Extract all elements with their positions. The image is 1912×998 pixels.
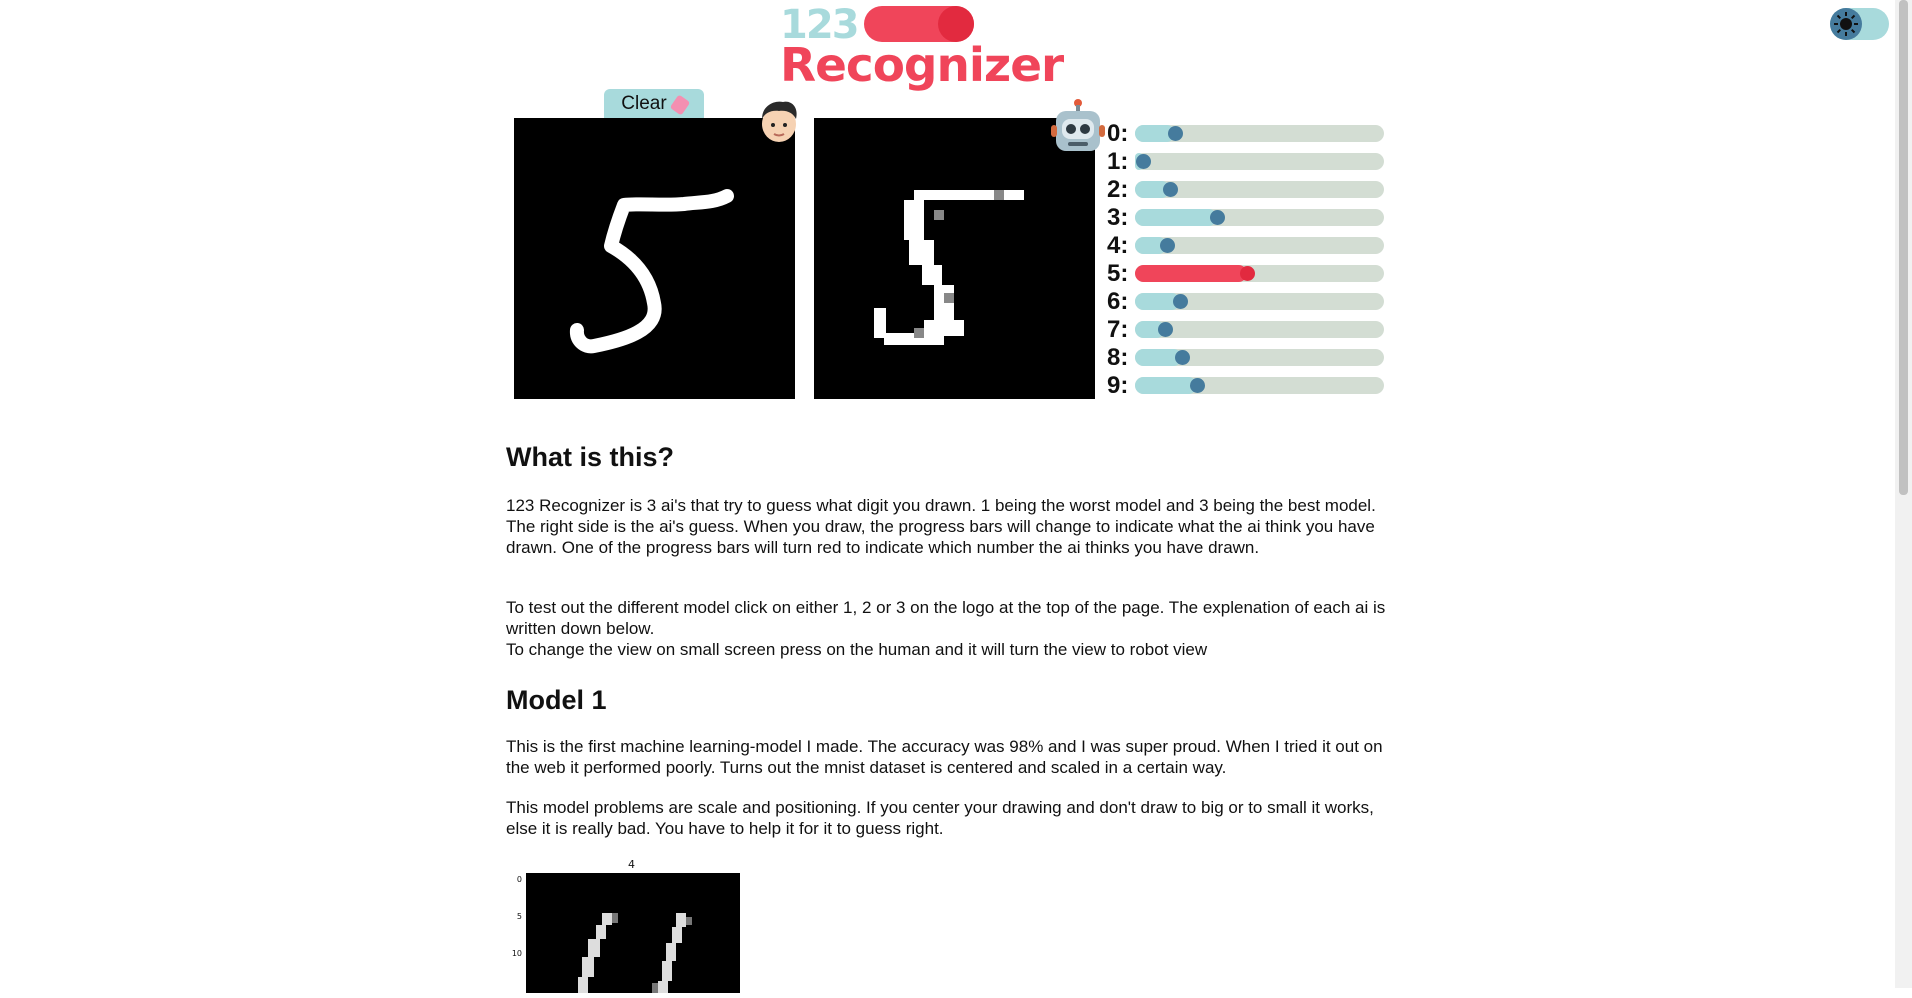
- scrollbar-thumb[interactable]: [1899, 0, 1908, 495]
- prediction-row-5: 5:: [1107, 260, 1387, 288]
- prediction-progress-bar: [1135, 293, 1384, 310]
- prediction-label: 7:: [1107, 316, 1129, 343]
- canvas-gutter: [795, 118, 814, 399]
- prediction-label: 5:: [1107, 260, 1129, 287]
- eraser-icon: [669, 94, 691, 116]
- prediction-label: 6:: [1107, 288, 1129, 315]
- usage-line-2: To change the view on small screen press…: [506, 640, 1208, 659]
- prediction-label: 0:: [1107, 120, 1129, 147]
- prediction-row-6: 6:: [1107, 288, 1387, 316]
- logo-pill-dot: [938, 6, 974, 42]
- logo: 123 Recognizer: [780, 4, 1064, 92]
- mnist-sample-image: [526, 873, 740, 993]
- human-face-icon[interactable]: [755, 97, 803, 145]
- figure-ytick: 0: [516, 875, 522, 884]
- prediction-knob: [1190, 378, 1205, 393]
- prediction-row-7: 7:: [1107, 316, 1387, 344]
- usage-paragraph: To test out the different model click on…: [506, 597, 1386, 660]
- mnist-example-figure: 4 0 5 10: [510, 858, 750, 993]
- prediction-knob: [1158, 322, 1173, 337]
- prediction-row-1: 1:: [1107, 148, 1387, 176]
- figure-title: 4: [628, 858, 635, 871]
- prediction-label: 1:: [1107, 148, 1129, 175]
- prediction-progress-bar: [1135, 237, 1384, 254]
- clear-button[interactable]: Clear: [604, 89, 704, 119]
- prediction-fill: [1135, 209, 1217, 226]
- page-scrollbar[interactable]: [1895, 0, 1912, 988]
- theme-toggle[interactable]: [1830, 8, 1889, 40]
- prediction-progress-bar: [1135, 209, 1384, 226]
- prediction-knob: [1168, 126, 1183, 141]
- prediction-bars: 0: 1: 2: 3: 4: 5: 6: 7: 8: 9:: [1107, 120, 1387, 400]
- prediction-row-4: 4:: [1107, 232, 1387, 260]
- prediction-knob: [1173, 294, 1188, 309]
- prediction-label: 3:: [1107, 204, 1129, 231]
- logo-pill: [864, 6, 974, 42]
- figure-ytick: 5: [516, 912, 522, 921]
- prediction-progress-bar: [1135, 265, 1384, 282]
- prediction-progress-bar: [1135, 349, 1384, 366]
- figure-ytick: 10: [511, 949, 522, 958]
- model-1-paragraph-1: This is the first machine learning-model…: [506, 737, 1383, 777]
- intro-paragraph: 123 Recognizer is 3 ai's that try to gue…: [506, 496, 1376, 557]
- prediction-fill: [1135, 265, 1247, 282]
- prediction-progress-bar: [1135, 153, 1384, 170]
- prediction-progress-bar: [1135, 181, 1384, 198]
- model-1-paragraph-2: This model problems are scale and positi…: [506, 798, 1374, 838]
- prediction-knob: [1210, 210, 1225, 225]
- prediction-knob: [1136, 154, 1151, 169]
- prediction-row-3: 3:: [1107, 204, 1387, 232]
- robot-face-icon[interactable]: [1050, 99, 1105, 151]
- prediction-label: 4:: [1107, 232, 1129, 259]
- prediction-row-2: 2:: [1107, 176, 1387, 204]
- downscaled-preview: [814, 118, 1095, 399]
- logo-title: Recognizer: [780, 38, 1064, 92]
- prediction-knob: [1175, 350, 1190, 365]
- prediction-row-9: 9:: [1107, 372, 1387, 400]
- prediction-row-0: 0:: [1107, 120, 1387, 148]
- prediction-label: 9:: [1107, 372, 1129, 399]
- heading-what-is-this: What is this?: [506, 442, 674, 472]
- usage-line-1: To test out the different model click on…: [506, 598, 1386, 638]
- heading-model-1: Model 1: [506, 685, 607, 715]
- prediction-progress-bar: [1135, 377, 1384, 394]
- prediction-progress-bar: [1135, 125, 1384, 142]
- prediction-row-8: 8:: [1107, 344, 1387, 372]
- prediction-knob: [1240, 266, 1255, 281]
- sun-icon: [1830, 8, 1862, 40]
- prediction-knob: [1160, 238, 1175, 253]
- prediction-progress-bar: [1135, 321, 1384, 338]
- prediction-knob: [1163, 182, 1178, 197]
- prediction-label: 2:: [1107, 176, 1129, 203]
- drawing-canvas[interactable]: [514, 118, 795, 399]
- clear-button-label: Clear: [621, 93, 667, 114]
- prediction-label: 8:: [1107, 344, 1129, 371]
- prediction-fill: [1135, 377, 1197, 394]
